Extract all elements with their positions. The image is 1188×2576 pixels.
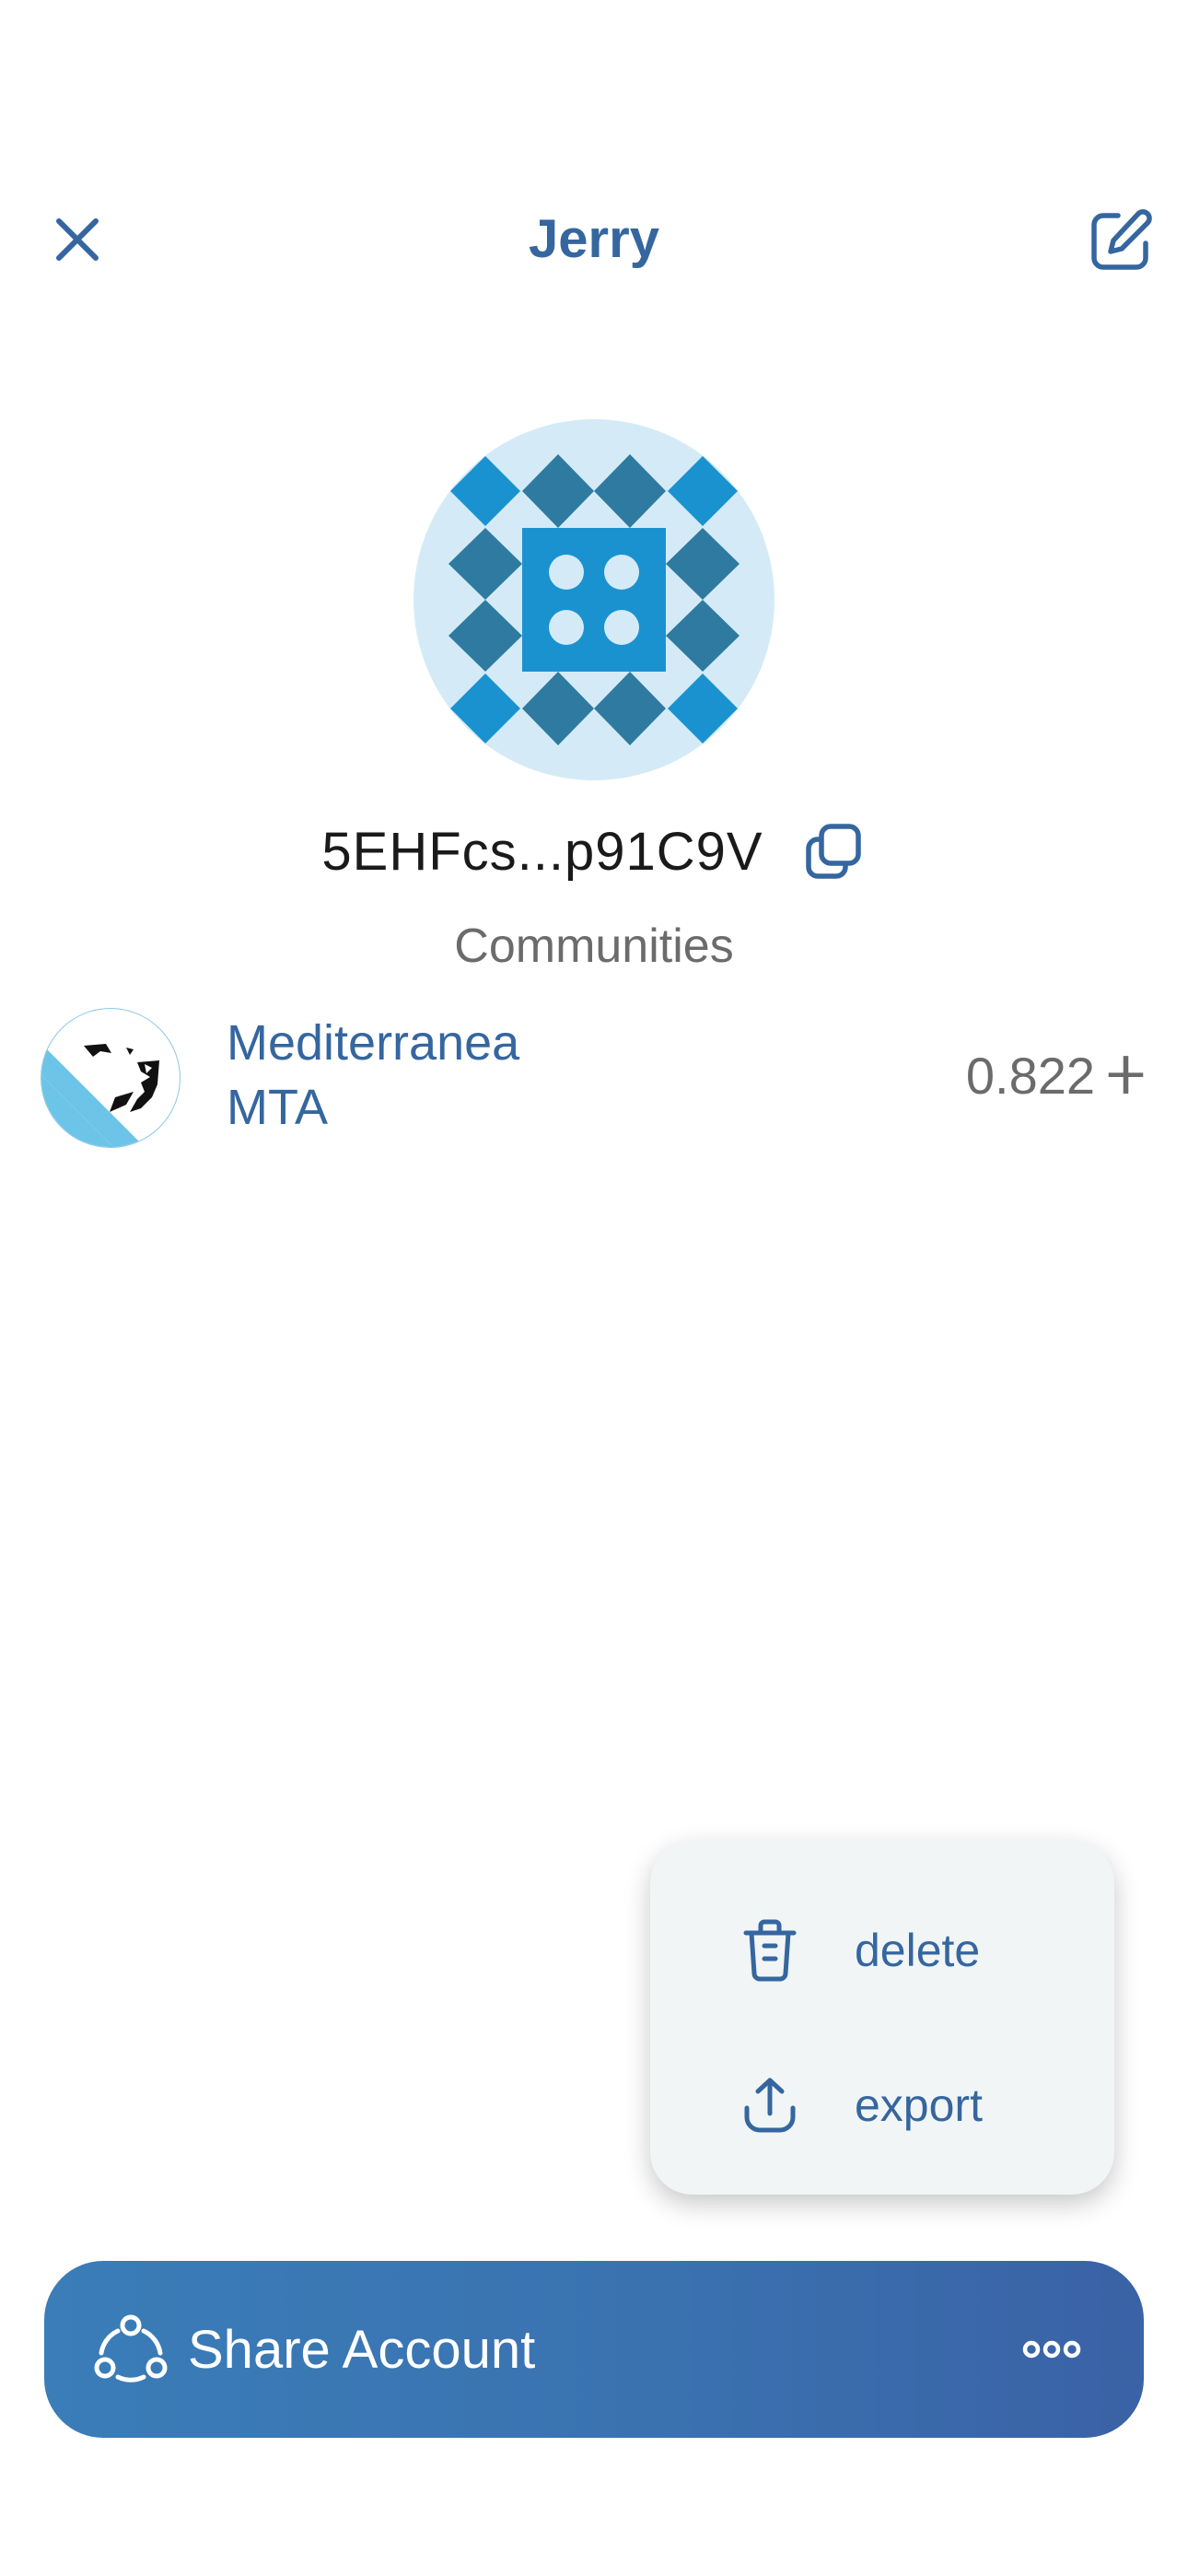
page-title: Jerry <box>529 209 659 269</box>
mediterranea-logo <box>41 1008 181 1148</box>
menu-item-export[interactable]: export <box>650 2036 1114 2174</box>
account-options-menu: delete export <box>650 1841 1114 2195</box>
currency-symbol: ⵜ <box>1106 1047 1146 1105</box>
copy-address-button[interactable] <box>800 818 867 884</box>
trash-icon <box>733 1914 807 1987</box>
menu-item-label: export <box>855 2079 983 2131</box>
share-icon <box>88 2307 173 2392</box>
community-balance: 0.822 ⵜ <box>966 1045 1146 1107</box>
upload-icon <box>733 2068 807 2142</box>
community-symbol: MTA <box>227 1080 328 1135</box>
share-account-label: Share Account <box>188 2320 536 2380</box>
communities-heading: Communities <box>454 919 734 973</box>
account-address: 5EHFcs...p91C9V <box>321 821 763 882</box>
more-options-button[interactable] <box>1006 2313 1098 2386</box>
identicon <box>448 454 740 745</box>
menu-item-delete[interactable]: delete <box>650 1881 1114 2020</box>
account-avatar <box>413 419 775 780</box>
more-icon <box>1022 2340 1081 2359</box>
menu-item-label: delete <box>855 1925 981 1976</box>
balance-value: 0.822 <box>965 1047 1096 1105</box>
edit-icon <box>1091 209 1152 270</box>
community-item[interactable]: Mediterranea MTA 0.822 ⵜ <box>41 1004 1146 1152</box>
copy-icon <box>805 824 861 879</box>
community-name: Mediterranea <box>227 1015 520 1071</box>
address-row: 5EHFcs...p91C9V <box>0 811 1188 892</box>
edit-button[interactable] <box>1079 199 1162 282</box>
share-account-button[interactable]: Share Account <box>44 2261 1144 2438</box>
